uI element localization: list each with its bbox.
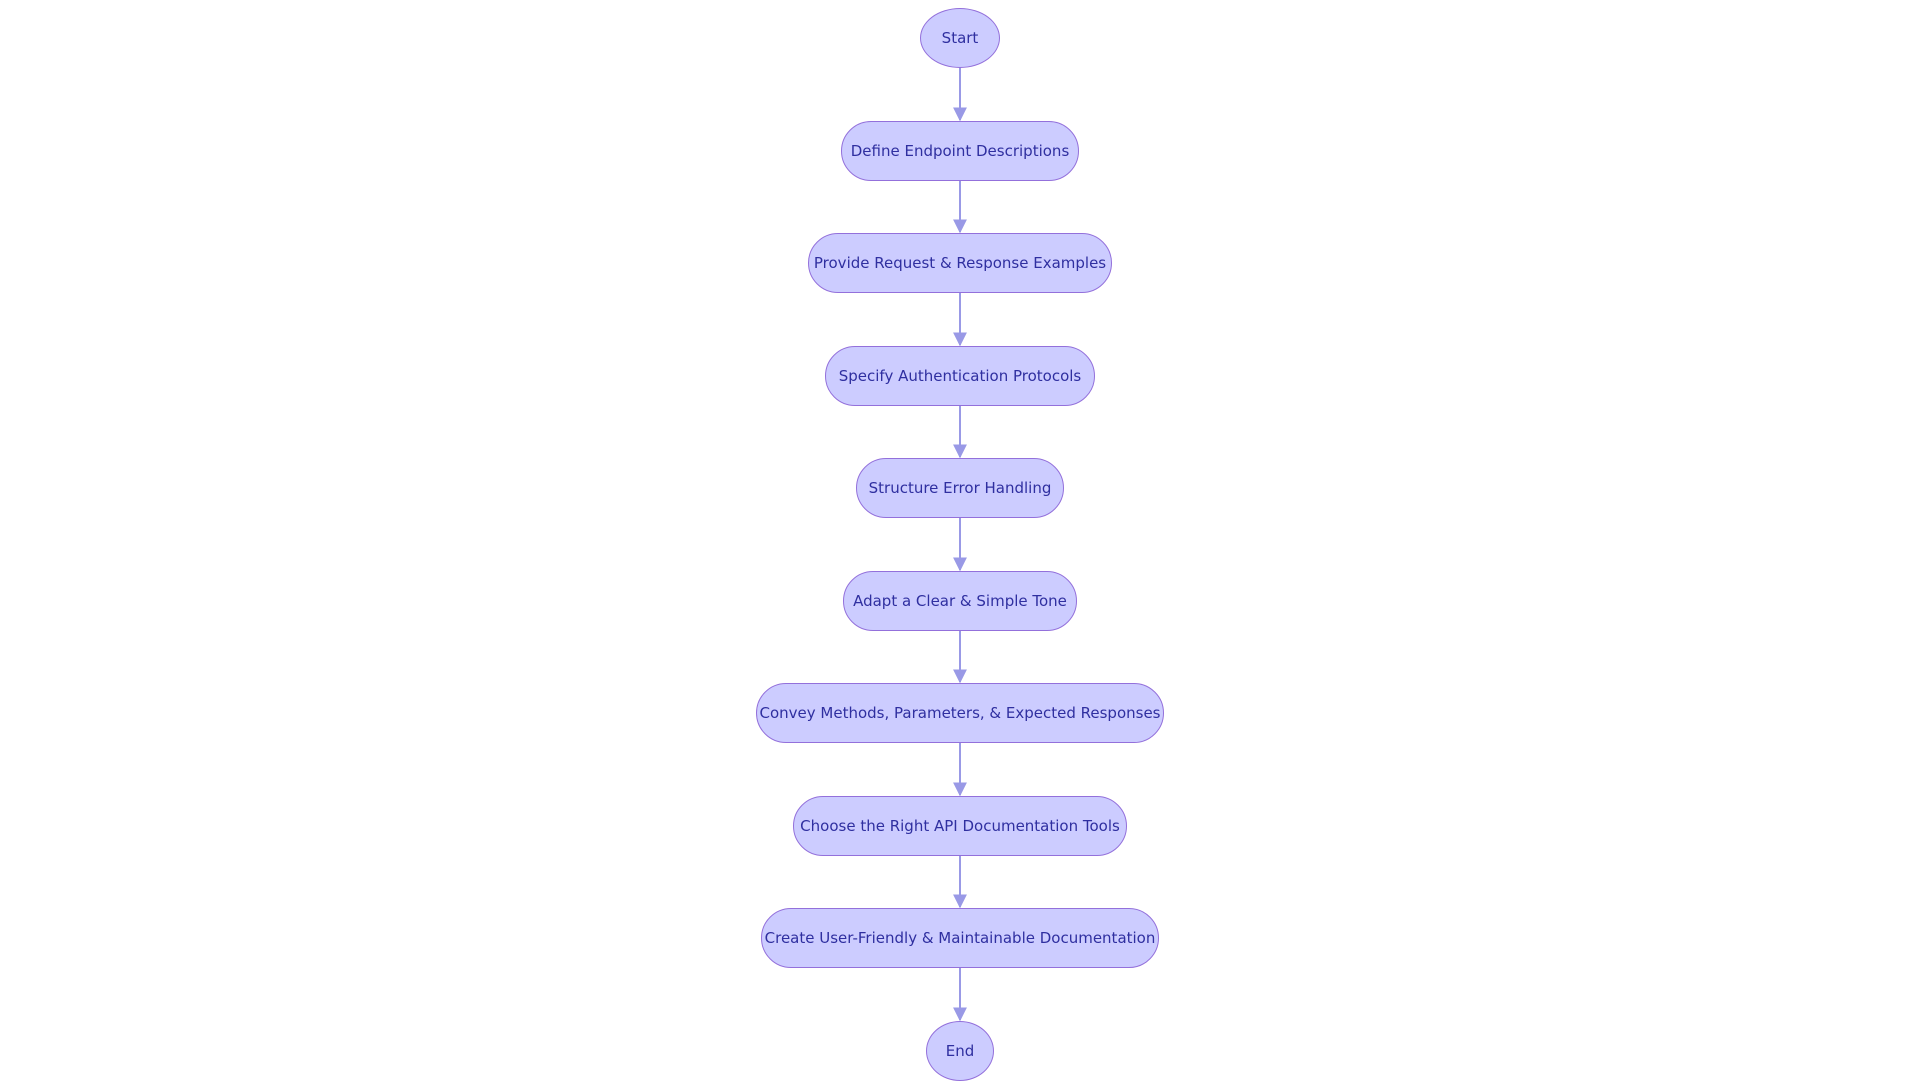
node-label: Choose the Right API Documentation Tools — [800, 817, 1120, 835]
flowchart: Start Define Endpoint Descriptions Provide… — [0, 0, 1920, 1081]
node-start: Start — [920, 8, 1000, 68]
node-label: Start — [941, 29, 979, 47]
node-end: End — [926, 1021, 994, 1081]
node-label: Specify Authentication Protocols — [838, 367, 1082, 385]
node-n6: Convey Methods, Parameters, & Expected R… — [756, 683, 1164, 743]
node-label: Provide Request & Response Examples — [813, 254, 1107, 272]
node-label: Define Endpoint Descriptions — [850, 142, 1070, 160]
node-n3: Specify Authentication Protocols — [825, 346, 1095, 406]
node-label: Structure Error Handling — [868, 479, 1052, 497]
node-n1: Define Endpoint Descriptions — [841, 121, 1079, 181]
node-label: End — [945, 1042, 975, 1060]
node-n7: Choose the Right API Documentation Tools — [793, 796, 1127, 856]
node-n2: Provide Request & Response Examples — [808, 233, 1112, 293]
node-n4: Structure Error Handling — [856, 458, 1064, 518]
node-label: Convey Methods, Parameters, & Expected R… — [759, 704, 1161, 722]
node-n8: Create User-Friendly & Maintainable Docu… — [761, 908, 1159, 968]
node-label: Adapt a Clear & Simple Tone — [853, 592, 1067, 610]
node-label: Create User-Friendly & Maintainable Docu… — [764, 929, 1156, 947]
node-n5: Adapt a Clear & Simple Tone — [843, 571, 1077, 631]
